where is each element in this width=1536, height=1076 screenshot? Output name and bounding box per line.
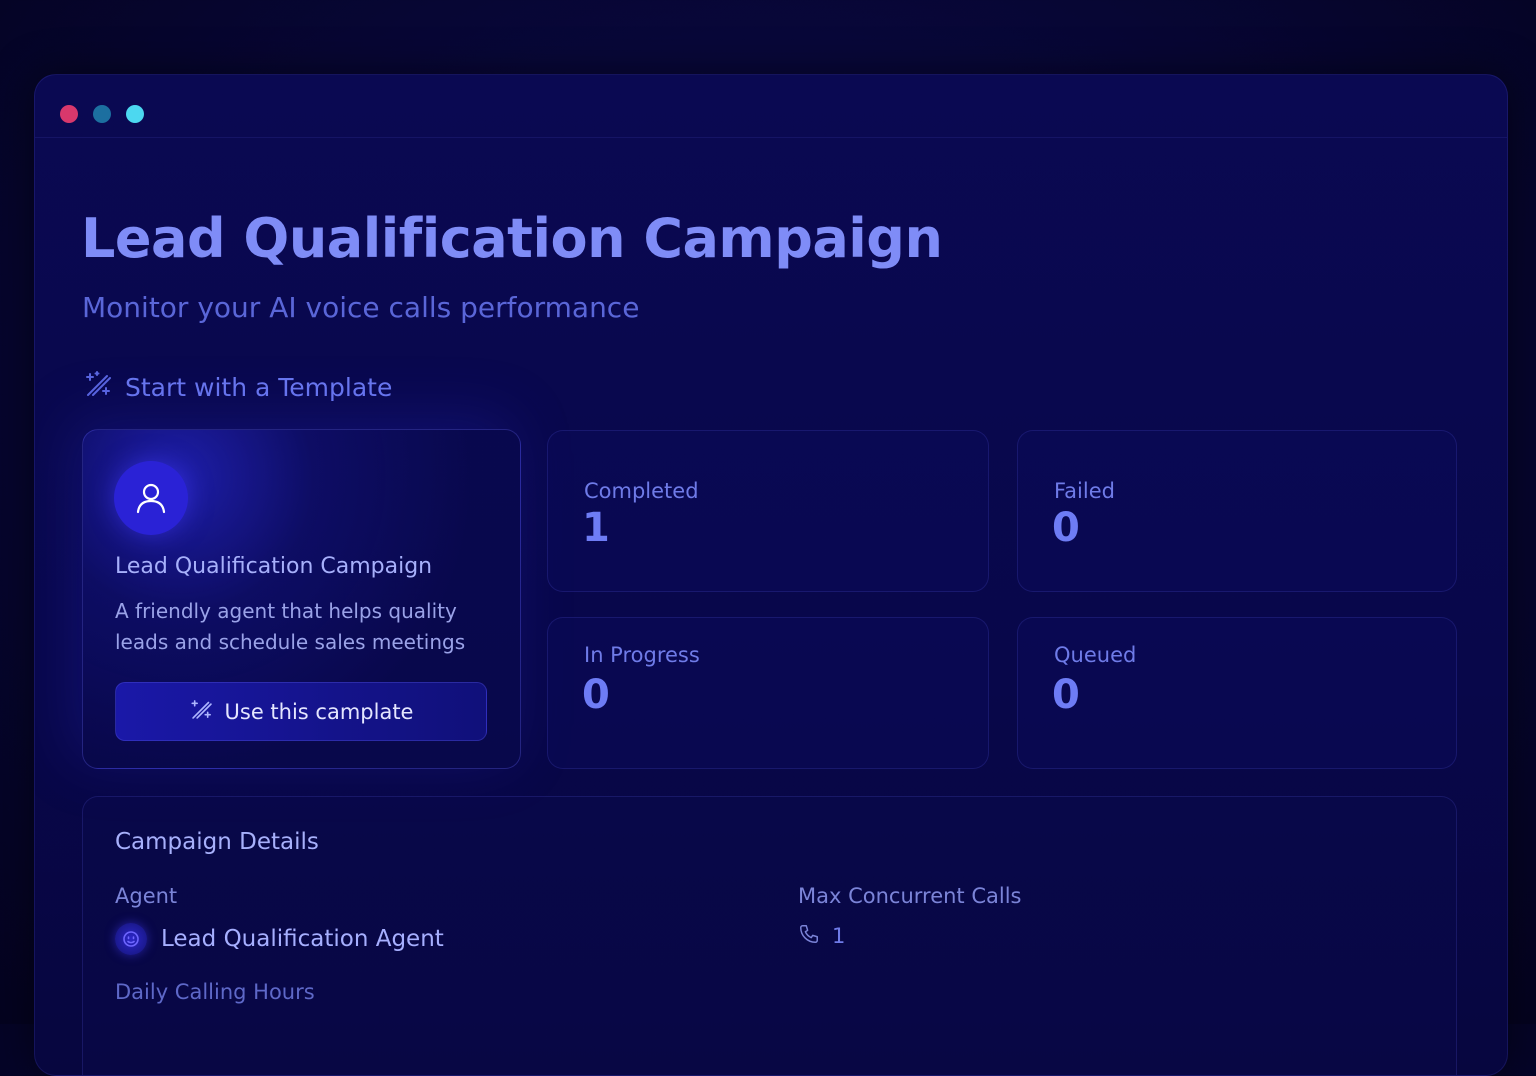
agent-label: Agent	[115, 884, 178, 908]
stat-card-failed: Failed 0	[1017, 430, 1457, 592]
page-title: Lead Qualification Campaign	[81, 207, 943, 270]
stat-value: 0	[1052, 672, 1080, 718]
campaign-details-card: Campaign Details Agent Lead Qualificatio…	[82, 796, 1457, 1075]
max-concurrent-calls-label: Max Concurrent Calls	[798, 884, 1022, 908]
page-subtitle: Monitor your AI voice calls performance	[82, 291, 640, 324]
stat-label: In Progress	[584, 643, 700, 667]
max-concurrent-calls-value: 1	[832, 924, 846, 948]
stat-card-in-progress: In Progress 0	[547, 617, 989, 769]
agent-avatar-icon	[115, 923, 147, 955]
window-titlebar	[35, 75, 1507, 138]
template-section-heading: Start with a Template	[83, 371, 392, 403]
campaign-details-title: Campaign Details	[115, 829, 319, 855]
magic-wand-icon	[83, 368, 115, 406]
daily-calling-hours-label: Daily Calling Hours	[115, 980, 315, 1004]
stat-value: 0	[582, 672, 610, 718]
use-template-button-label: Use this camplate	[224, 699, 414, 724]
stat-label: Completed	[584, 479, 699, 503]
magic-wand-icon	[189, 696, 215, 727]
template-section-label: Start with a Template	[125, 372, 393, 402]
use-template-button[interactable]: Use this camplate	[115, 682, 487, 741]
maximize-window-button[interactable]	[126, 105, 144, 123]
app-window: Lead Qualification Campaign Monitor your…	[34, 74, 1508, 1076]
stat-label: Failed	[1054, 479, 1115, 503]
template-card[interactable]: Lead Qualification Campaign A friendly a…	[82, 429, 521, 769]
template-card-description: A friendly agent that helps quality lead…	[115, 599, 466, 654]
max-concurrent-calls-row: 1	[798, 921, 845, 951]
close-window-button[interactable]	[60, 105, 78, 123]
phone-icon	[798, 923, 820, 950]
stat-label: Queued	[1054, 643, 1137, 667]
stat-card-completed: Completed 1	[547, 430, 989, 592]
stat-value: 1	[582, 505, 610, 551]
minimize-window-button[interactable]	[93, 105, 111, 123]
agent-row[interactable]: Lead Qualification Agent	[115, 923, 444, 955]
user-icon	[114, 461, 188, 535]
template-card-title: Lead Qualification Campaign	[115, 554, 433, 579]
agent-name: Lead Qualification Agent	[161, 926, 444, 952]
stat-value: 0	[1052, 505, 1080, 551]
stat-card-queued: Queued 0	[1017, 617, 1457, 769]
